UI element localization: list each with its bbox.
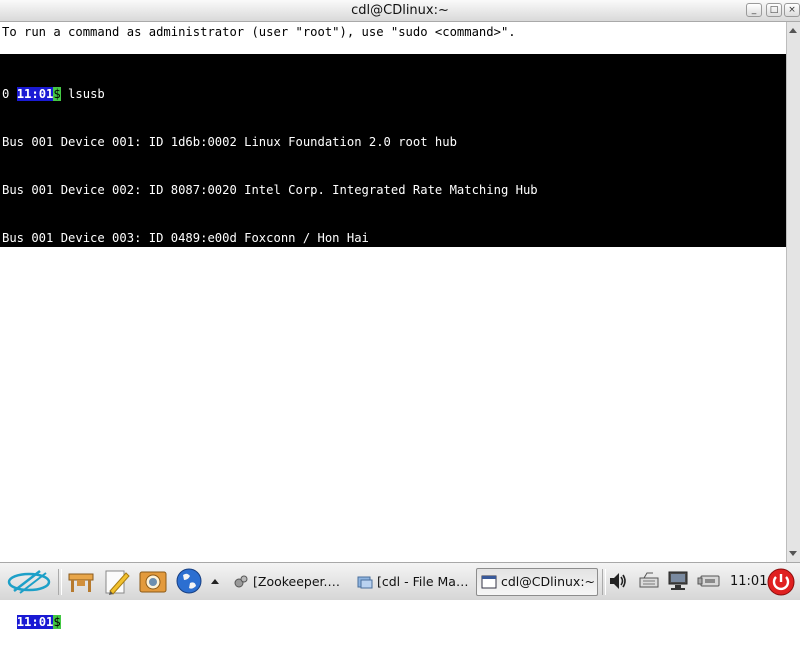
text-editor-icon[interactable] (102, 567, 132, 595)
scroll-down-arrow-icon[interactable] (789, 551, 797, 556)
output-line: Bus 002 Device 005: ID 093a:2510 Pixart … (2, 471, 531, 485)
web-browser-icon[interactable] (174, 567, 204, 595)
window-titlebar[interactable]: cdl@CDlinux:~ _ □ × (0, 0, 800, 22)
gears-icon (234, 575, 248, 588)
terminal-area[interactable]: To run a command as administrator (user … (0, 22, 786, 629)
clock[interactable]: 11:01 (730, 574, 767, 589)
show-more-arrow-icon[interactable] (211, 579, 219, 584)
power-icon[interactable] (767, 568, 795, 596)
output-line: Bus 001 Device 002: ID 8087:0020 Intel C… (2, 183, 538, 197)
keyboard-icon[interactable] (638, 570, 660, 592)
prompt-line: 0 11:01$ lsusb (2, 86, 589, 102)
terminal-scrollbar[interactable] (786, 22, 800, 562)
output-line: Bus 002 Device 002: ID 8087:0020 Intel C… (2, 327, 538, 341)
task-label: cdl@CDlinux:~ (501, 574, 596, 589)
output-line: Bus 002 Device 003: ID 13fe:3600 Kingsto… (2, 375, 479, 389)
taskbar-task-file-manager[interactable]: [cdl - File Ma… (352, 568, 472, 596)
maximize-button[interactable]: □ (766, 3, 782, 17)
prompt-time: 11:01 (16, 615, 54, 629)
folder-icon (357, 576, 373, 589)
minimize-button[interactable]: _ (746, 3, 762, 17)
usb-drive-icon[interactable] (697, 570, 723, 592)
current-prompt-line[interactable]: 0 11:01$ (2, 614, 589, 630)
volume-icon[interactable] (608, 570, 628, 592)
output-line: Bus 002 Device 001: ID 1d6b:0002 Linux F… (2, 279, 457, 293)
output-line: Bus 002 Device 004: ID 04f2:b1c1 Chicony… (2, 423, 450, 437)
taskbar: [Zookeeper.… [cdl - File Ma… cdl@CDlinux… (0, 562, 800, 600)
taskbar-task-terminal[interactable]: cdl@CDlinux:~ (476, 568, 598, 596)
window-title: cdl@CDlinux:~ (351, 3, 449, 18)
prompt-sign: $ (53, 615, 61, 629)
file-manager-icon[interactable] (66, 567, 96, 595)
scroll-up-arrow-icon[interactable] (789, 28, 797, 33)
task-label: [Zookeeper.… (253, 574, 340, 589)
task-label: [cdl - File Ma… (377, 574, 469, 589)
prompt-status: 0 (2, 615, 10, 629)
output-line: Bus 002 Device 006: ID 0bda:0158 Realtek… (2, 519, 589, 533)
image-viewer-icon[interactable] (138, 567, 168, 595)
command-text: lsusb (60, 87, 105, 101)
prompt-status: 0 (2, 87, 10, 101)
taskbar-separator (602, 569, 606, 595)
prompt-time: 11:01 (16, 87, 54, 101)
output-line: Bus 001 Device 001: ID 1d6b:0002 Linux F… (2, 135, 457, 149)
taskbar-separator (58, 569, 62, 595)
close-button[interactable]: × (784, 3, 800, 17)
taskbar-task-zookeeper[interactable]: [Zookeeper.… (228, 568, 350, 596)
output-line: Bus 001 Device 003: ID 0489:e00d Foxconn… (2, 231, 369, 245)
text-cursor (63, 614, 71, 628)
terminal-icon (481, 575, 497, 589)
motd-text: To run a command as administrator (user … (2, 25, 516, 39)
network-icon[interactable] (666, 570, 690, 592)
prompt-sign: $ (53, 87, 61, 101)
cdlinux-logo-icon[interactable] (6, 567, 52, 595)
